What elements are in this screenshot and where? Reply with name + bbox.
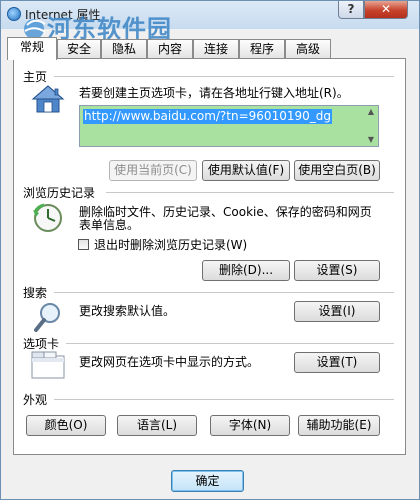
close-button[interactable]: ✕ [364, 1, 408, 19]
languages-button[interactable]: 语言(L) [117, 415, 197, 436]
use-current-page-button[interactable]: 使用当前页(C) [109, 160, 197, 181]
homepage-url-textarea[interactable]: http://www.baidu.com/?tn=96010190_dg ▲ ▼ [79, 105, 379, 147]
ie-globe-icon [7, 7, 21, 21]
tab-security[interactable]: 安全 [57, 39, 101, 58]
general-tab-panel: 主页 若要创建主页选项卡，请在各地址行键入地址(R)。 http://www.b… [13, 58, 406, 455]
history-description-line2: 表单信息。 [79, 218, 140, 232]
use-default-button[interactable]: 使用默认值(F) [202, 160, 290, 181]
use-blank-page-button[interactable]: 使用空白页(B) [294, 160, 380, 181]
colors-button[interactable]: 颜色(O) [26, 415, 106, 436]
homepage-description: 若要创建主页选项卡，请在各地址行键入地址(R)。 [79, 86, 349, 100]
homepage-url-value[interactable]: http://www.baidu.com/?tn=96010190_dg [83, 109, 332, 124]
tab-advanced[interactable]: 高级 [285, 39, 331, 58]
history-settings-button[interactable]: 设置(S) [294, 260, 380, 281]
tab-programs[interactable]: 程序 [239, 39, 285, 58]
tabs-separator [66, 343, 394, 344]
internet-options-window: Internet 属性 ? ✕ 河东软件园 www.pc0359.cn 常规 安… [0, 0, 420, 500]
tab-connections[interactable]: 连接 [193, 39, 239, 58]
delete-history-button[interactable]: 删除(D)... [202, 260, 290, 281]
tabbed-window-icon [31, 351, 65, 379]
scroll-down-arrow-icon[interactable]: ▼ [366, 135, 376, 145]
tab-privacy[interactable]: 隐私 [101, 39, 147, 58]
ok-button[interactable]: 确定 [171, 470, 244, 492]
history-section-title: 浏览历史记录 [23, 184, 96, 201]
appearance-separator [54, 399, 394, 400]
delete-on-exit-label[interactable]: 退出时删除浏览历史记录(W) [94, 238, 247, 252]
help-button[interactable]: ? [338, 1, 364, 19]
delete-on-exit-checkbox[interactable] [78, 239, 89, 250]
homepage-separator [54, 76, 394, 77]
search-section-title: 搜索 [23, 284, 48, 301]
tab-general[interactable]: 常规 [7, 37, 57, 60]
tabs-description: 更改网页在选项卡中显示的方式。 [79, 355, 260, 369]
house-icon [31, 85, 65, 113]
magnifier-icon [34, 303, 60, 332]
homepage-section-title: 主页 [23, 68, 48, 85]
tabs-settings-button[interactable]: 设置(T) [294, 352, 380, 373]
appearance-section-title: 外观 [23, 391, 48, 408]
search-description: 更改搜索默认值。 [79, 304, 176, 318]
clock-history-icon [33, 203, 62, 232]
search-separator [54, 292, 394, 293]
accessibility-button[interactable]: 辅助功能(E) [298, 415, 380, 436]
history-description-line1: 删除临时文件、历史记录、Cookie、保存的密码和网页 [79, 205, 372, 219]
search-settings-button[interactable]: 设置(I) [294, 301, 380, 322]
scroll-up-arrow-icon[interactable]: ▲ [366, 107, 376, 117]
fonts-button[interactable]: 字体(N) [210, 415, 290, 436]
history-separator [106, 192, 394, 193]
tab-content[interactable]: 内容 [147, 39, 193, 58]
